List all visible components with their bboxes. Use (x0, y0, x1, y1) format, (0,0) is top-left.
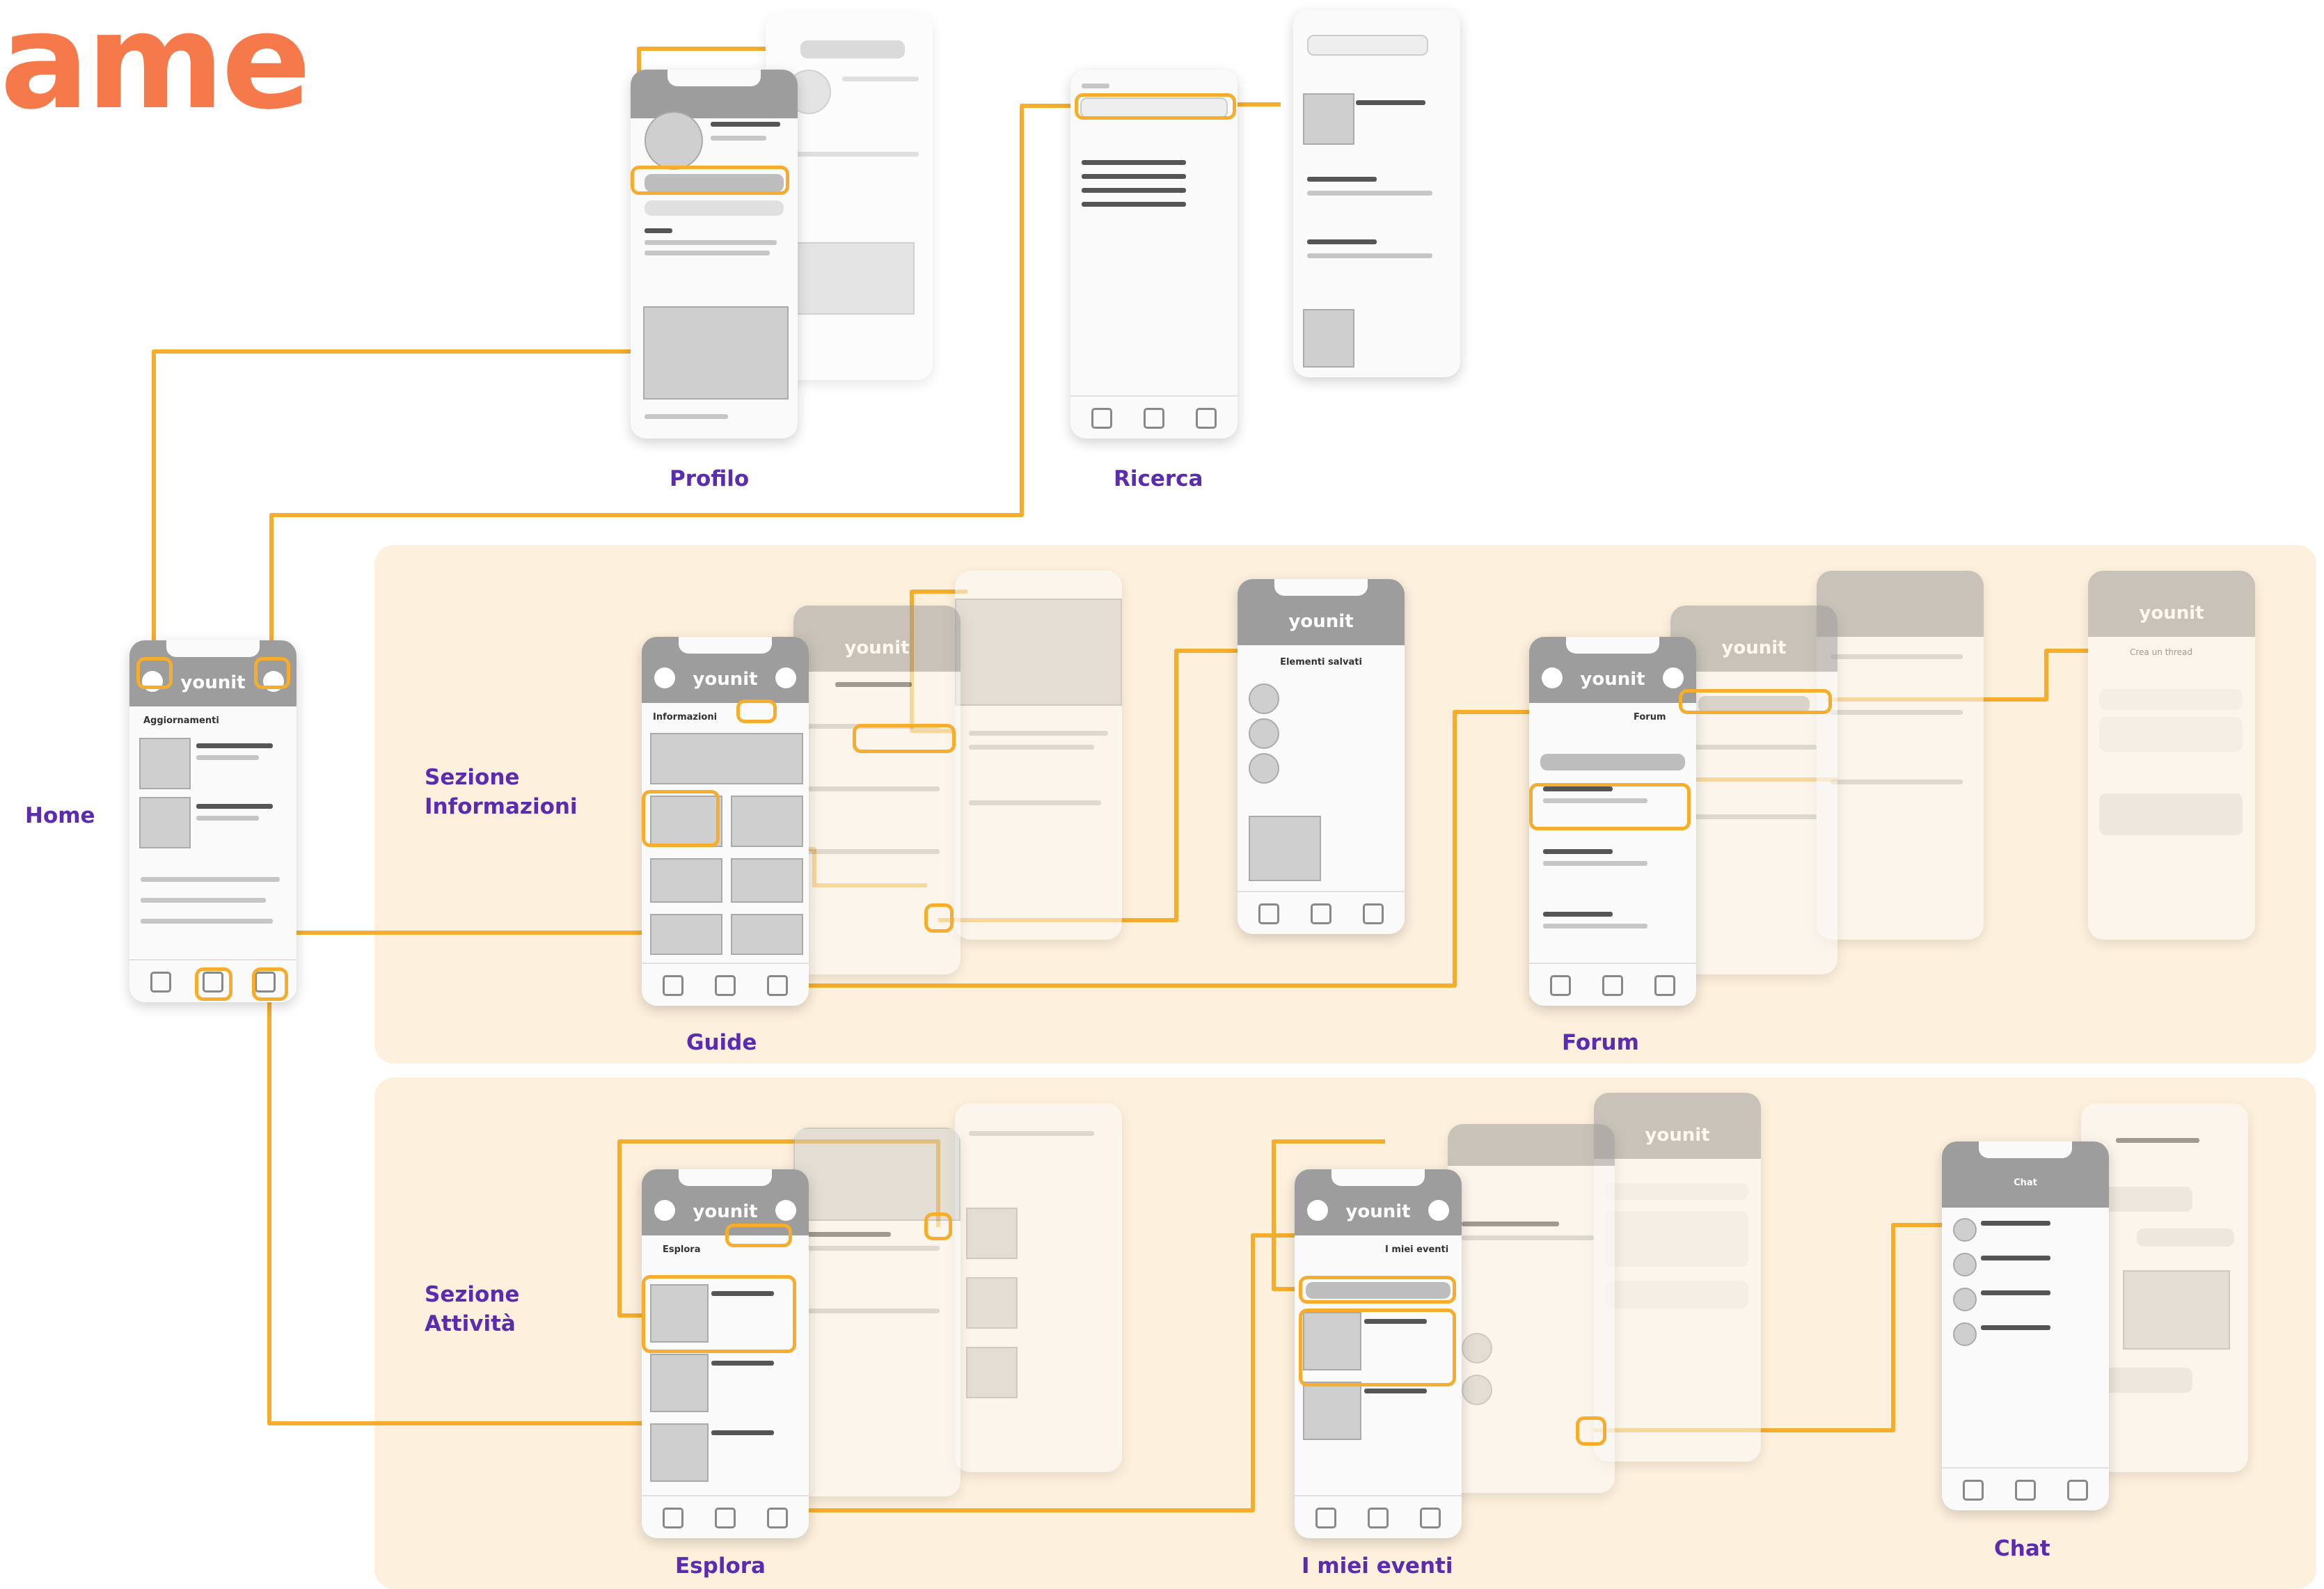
label-chat: Chat (1994, 1536, 2050, 1561)
informazioni-tab[interactable]: Informazioni (653, 712, 717, 722)
page-title: ame (0, 0, 311, 139)
highlight-forum-tab (736, 699, 777, 723)
highlight-miei-eventi-tab (725, 1224, 792, 1247)
highlight-crea-thread (1679, 689, 1832, 714)
highlight-guide-item (853, 724, 956, 753)
highlight-my-event-card (1299, 1309, 1456, 1386)
label-sezione-informazioni: Sezione Informazioni (425, 765, 578, 819)
home-screen[interactable]: younit Aggiornamenti (129, 640, 297, 1002)
crea-evento-form-screen: younit (1594, 1093, 1761, 1462)
label-forum: Forum (1562, 1030, 1639, 1055)
highlight-profile-icon (136, 657, 173, 689)
highlight-save-button (924, 903, 954, 933)
label-sezione-attivita: Sezione Attività (425, 1282, 520, 1336)
chat-screen[interactable]: Chat (1942, 1141, 2109, 1510)
highlight-info-tab (195, 967, 232, 1001)
label-esplora: Esplora (675, 1554, 766, 1579)
label-miei-eventi: I miei eventi (1302, 1554, 1453, 1579)
highlight-profile-header (631, 166, 789, 195)
miei-eventi-tab[interactable]: I miei eventi (1385, 1244, 1448, 1255)
ricerca-results-screen[interactable] (1293, 10, 1460, 377)
forum-tab[interactable]: Forum (1634, 712, 1666, 722)
highlight-search-field (1075, 93, 1236, 120)
ricerca-screen[interactable] (1070, 70, 1238, 438)
highlight-activity-tab (252, 967, 288, 1001)
label-profilo: Profilo (670, 466, 750, 491)
aggiornamenti-heading: Aggiornamenti (143, 716, 219, 726)
label-home: Home (25, 803, 95, 828)
chat-title: Chat (2014, 1178, 2037, 1188)
saved-items-title: Elementi salvati (1280, 657, 1362, 667)
highlight-crea-evento (1299, 1276, 1456, 1304)
crea-thread-button[interactable] (1540, 754, 1685, 770)
label-ricerca: Ricerca (1114, 466, 1203, 491)
profilo-screen[interactable] (631, 70, 798, 438)
highlight-thread-item (1529, 783, 1691, 830)
crea-thread-screen: younit Crea un thread (2088, 571, 2255, 940)
highlight-esplora-button (924, 1212, 952, 1240)
guide-article-screen (955, 571, 1122, 940)
highlight-chat-button (1576, 1416, 1606, 1446)
label-guide: Guide (686, 1030, 757, 1055)
highlight-viaggi-card (642, 790, 720, 847)
esplora-tab[interactable]: Esplora (663, 1244, 701, 1255)
saved-items-screen[interactable]: younit Elementi salvati (1238, 579, 1405, 934)
esplora-event-detail-screen (955, 1103, 1122, 1472)
forum-thread-list-screen (1817, 571, 1984, 940)
highlight-search-icon (254, 657, 290, 689)
esplora-event-screen (793, 1128, 961, 1496)
highlight-event-card (642, 1275, 796, 1353)
